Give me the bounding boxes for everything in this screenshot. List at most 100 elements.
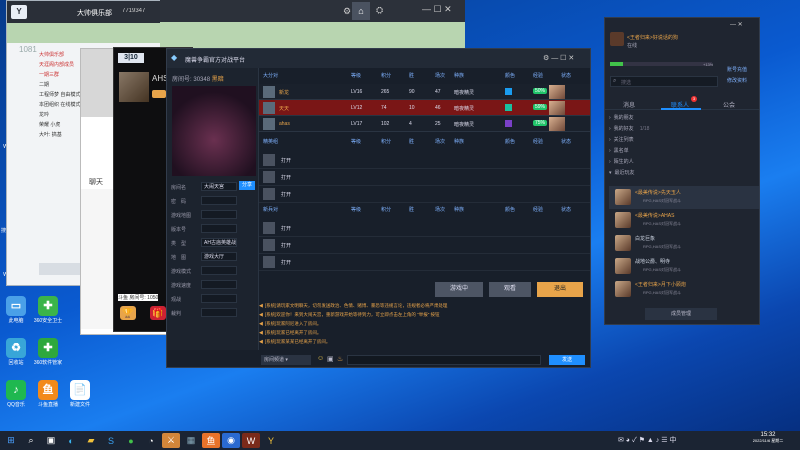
desktop-icon-7[interactable]: ♻ 回收站: [1, 338, 31, 366]
open-slot-row[interactable]: 打开: [259, 220, 590, 237]
yy-icon[interactable]: Y: [262, 433, 280, 448]
tray-icons[interactable]: ✉ ◕ ✓ ⚑ ▲ ♪ ☰ 中: [618, 435, 676, 445]
avatar: [615, 281, 631, 297]
start-button[interactable]: ⊞: [2, 433, 20, 448]
app-icon[interactable]: ▦: [182, 433, 200, 448]
send-button[interactable]: 发送: [549, 355, 585, 365]
friend-item[interactable]: <最美传说>先天玉人 RPG,HAS对冠军战斗: [609, 186, 759, 209]
settings-icon[interactable]: ⚙: [343, 6, 351, 17]
table-row[interactable]: 天天 LV12 74 10 46 暗夜精灵 59%: [259, 100, 590, 116]
tab-messages[interactable]: 消息: [623, 100, 635, 109]
room-field-value[interactable]: [201, 308, 237, 317]
contact-group[interactable]: › 关注列表: [609, 136, 759, 147]
window-controls-icon[interactable]: ⚙ — ☐ ✕: [543, 54, 574, 62]
friend-item[interactable]: 白龙巨象 RPG,HAS对冠军战斗: [609, 232, 759, 255]
room-field-value[interactable]: AH古庙英雄战: [201, 238, 237, 247]
ready-button[interactable]: 游戏中: [435, 282, 483, 297]
open-slot-row[interactable]: 打开: [259, 237, 590, 254]
stream-chat-tab[interactable]: 聊天: [89, 177, 103, 187]
gamepad-icon[interactable]: ⛭: [376, 5, 383, 16]
desktop-icon-10[interactable]: ♪ QQ音乐: [1, 380, 31, 408]
leave-button[interactable]: 退出: [537, 282, 583, 297]
column-header: 颜色: [505, 139, 516, 145]
contact-group[interactable]: ▾ 最近玩友: [609, 169, 759, 180]
fire-icon[interactable]: ♨: [337, 355, 343, 363]
explorer-icon[interactable]: ▰: [82, 433, 100, 448]
desktop-icon-label: 回收站: [8, 360, 24, 366]
room-field-label: 类 型: [171, 241, 187, 247]
watch-button[interactable]: 观看: [489, 282, 531, 297]
chat-input[interactable]: [347, 355, 541, 365]
chevron-right-icon: ›: [609, 159, 611, 165]
contact-group-label: 最近玩友: [614, 170, 635, 176]
gift-icon[interactable]: 🎁: [150, 306, 166, 320]
desktop-icon-8[interactable]: ✚ 360安全卫士: [33, 296, 63, 324]
game-icon[interactable]: ⚔: [162, 433, 180, 448]
room-field-value[interactable]: [201, 210, 237, 219]
speaker-icon: ◀: [259, 312, 263, 318]
trophy-icon[interactable]: 🏆: [120, 306, 136, 320]
room-field-value[interactable]: [201, 224, 237, 233]
image-icon[interactable]: ▣: [327, 355, 334, 363]
room-field-value[interactable]: 大闹天宫: [201, 182, 237, 191]
window-controls-icon[interactable]: — ☐ ✕: [422, 4, 452, 15]
friend-item[interactable]: 战地公爵、明寺 RPG,HAS对冠军战斗: [609, 255, 759, 278]
friend-name: <最美传说>AHAS: [635, 213, 675, 219]
desktop-icon-11[interactable]: 鱼斗鱼直播: [33, 380, 63, 408]
room-field-value[interactable]: [201, 294, 237, 303]
room-field-value[interactable]: [201, 266, 237, 275]
edit-profile-link[interactable]: 修改资料: [727, 77, 747, 84]
wechat-icon[interactable]: ●: [122, 433, 140, 448]
desktop-icon-13[interactable]: 📄 新建文件: [65, 380, 95, 408]
friend-item[interactable]: <最美传说>AHAS RPG,HAS对冠军战斗: [609, 209, 759, 232]
chat-channel-select[interactable]: 房间频道 ▾: [261, 355, 311, 365]
360-manager-icon: ✚: [38, 338, 58, 358]
emoji-icon[interactable]: ☺: [317, 355, 324, 362]
friend-item[interactable]: <王者归来>月下小顾炮 RPG,HAS对冠军战斗: [609, 278, 759, 301]
room-field-value[interactable]: [201, 196, 237, 205]
open-slot-row[interactable]: 打开: [259, 254, 590, 271]
open-slot-row[interactable]: 打开: [259, 169, 590, 186]
column-header: 经验: [533, 139, 544, 145]
player-level: LV16: [351, 89, 363, 95]
tab-guild[interactable]: 公会: [723, 100, 735, 109]
friends-panel[interactable]: <王者归来>好说话的狗 在线 — ✕ +13% 账号充值 修改资料 ⌕ 搜选 消…: [604, 17, 760, 325]
avatar: [263, 239, 275, 251]
desktop-icon-9[interactable]: ✚ 360软件管家: [33, 338, 63, 366]
contact-group[interactable]: › 陌生的人: [609, 158, 759, 169]
panel-search-input[interactable]: ⌕ 搜选: [610, 76, 718, 87]
member-manage-button[interactable]: 成员管理: [645, 308, 717, 320]
open-slot-row[interactable]: 打开: [259, 152, 590, 169]
sogou-icon[interactable]: S: [102, 433, 120, 448]
contact-group[interactable]: › 我的朋友: [609, 114, 759, 125]
contact-group[interactable]: › 黑名单: [609, 147, 759, 158]
recharge-link[interactable]: 账号充值: [727, 66, 747, 73]
player-race: 暗夜精灵: [454, 90, 475, 96]
table-row[interactable]: ahas LV17 102 4 25 暗夜精灵 75%: [259, 116, 590, 132]
qq-icon[interactable]: ◔: [142, 433, 160, 448]
browser-icon[interactable]: ◉: [222, 433, 240, 448]
edge-icon[interactable]: ◐: [62, 433, 80, 448]
open-slot-row[interactable]: 打开: [259, 186, 590, 203]
contact-group[interactable]: › 我的好友 1/18: [609, 125, 759, 136]
douyu-icon[interactable]: 鱼: [202, 433, 220, 448]
war3-icon[interactable]: W: [242, 433, 260, 448]
chat-text: [系统]请玩家文明聊天，切勿发送政治、色情、赌博、暴恐等违规言论，违规者必将严肃…: [264, 303, 448, 308]
home-tab-button[interactable]: ⌂: [352, 2, 370, 20]
player-wins: 4: [409, 121, 412, 127]
lobby-window[interactable]: ◆ 魔兽争霸官方对战平台 ⚙ — ☐ ✕ 房间号: 30348 黑暗 房间名 大闹…: [166, 48, 591, 368]
table-row[interactable]: 新龙 LV16 265 90 47 暗夜精灵 50%: [259, 84, 590, 100]
room-field-value[interactable]: [201, 280, 237, 289]
player-wins: 10: [409, 105, 415, 111]
team2-label: 精英组: [263, 139, 279, 145]
clock[interactable]: 15:32 2022/11/6 星期二: [744, 432, 792, 444]
share-button[interactable]: 分享: [239, 181, 255, 190]
search-icon[interactable]: ⌕: [22, 433, 40, 448]
lobby-title: 魔兽争霸官方对战平台: [185, 58, 246, 64]
file-icon: 📄: [70, 380, 90, 400]
desktop-icon-6[interactable]: ▭ 此电脑: [1, 296, 31, 324]
taskview-icon[interactable]: ▣: [42, 433, 60, 448]
room-field-value[interactable]: 游戏大厅: [201, 252, 237, 261]
window-controls-icon[interactable]: — ✕: [730, 21, 743, 28]
friend-sub: RPG,HAS对冠军战斗: [643, 221, 682, 226]
